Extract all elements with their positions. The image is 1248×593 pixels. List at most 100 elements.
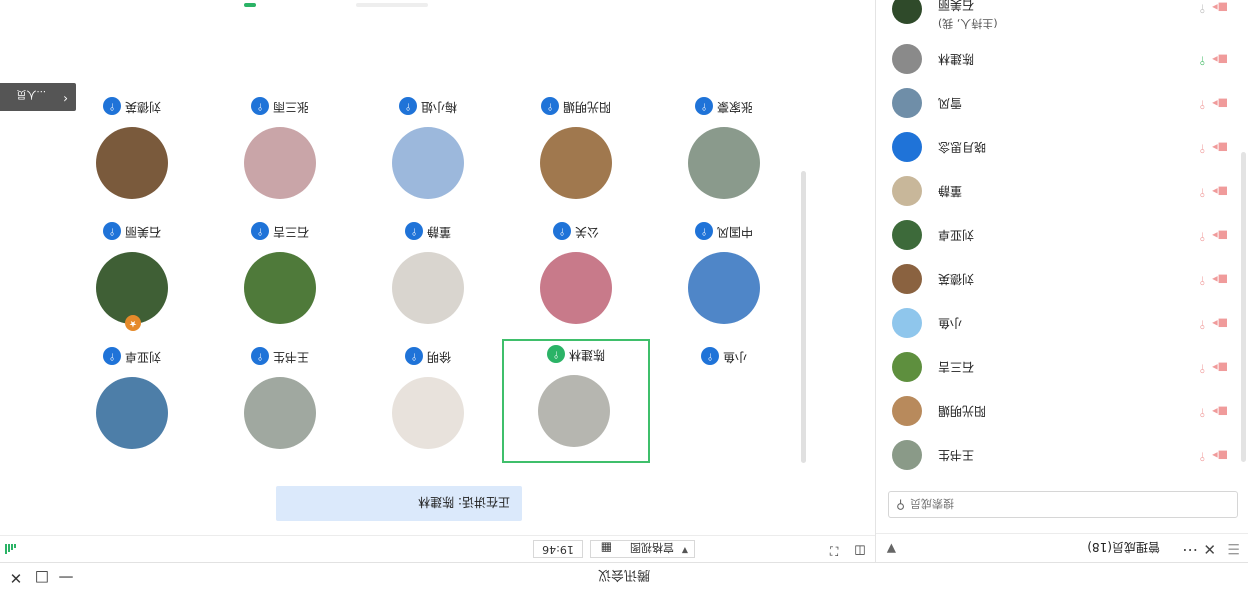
tile-name: 张三雨 [273, 100, 310, 114]
participant-row[interactable]: 石三吉 ■▸ ⫯ [876, 346, 1248, 390]
camera-off-icon[interactable]: ■▸ [1212, 273, 1228, 286]
panel-scrollbar[interactable] [1241, 152, 1246, 462]
close-icon[interactable]: ✕ [6, 568, 26, 588]
mic-icon: ⫯ [399, 97, 417, 116]
mic-icon: ⫯ [103, 97, 121, 116]
video-tile[interactable]: 王书生 ⫯ [206, 339, 354, 463]
avatar [892, 176, 922, 206]
camera-off-icon[interactable]: ■▸ [1212, 229, 1228, 242]
more-icon[interactable]: ⋯ [1181, 541, 1198, 560]
tile-label: 陈建林 ⫯ [504, 345, 648, 365]
camera-off-icon[interactable]: ■▸ [1212, 53, 1228, 66]
tile-label: 刘德英 ⫯ [58, 97, 206, 117]
participant-name: 刘德英 [938, 272, 975, 286]
title-bar: 腾讯会议 — □ ✕ [0, 562, 1248, 593]
mic-icon[interactable]: ⫯ [1200, 1, 1205, 16]
video-tile[interactable]: 刘德英 ⫯ [58, 89, 206, 213]
sidebar-toggle-icon[interactable]: ◫ [851, 540, 869, 558]
avatar [96, 377, 168, 449]
avatar [892, 0, 922, 24]
panel-close-icon[interactable]: ✕ [1203, 540, 1216, 558]
tile-label: 公关 ⫯ [502, 222, 650, 242]
video-tile[interactable]: 张三雨 ⫯ [206, 89, 354, 213]
participant-row[interactable]: 王书生 ■▸ ⫯ [876, 434, 1248, 478]
video-tile[interactable]: 陈建林 ⫯ [502, 339, 650, 463]
panel-header: ☰ ✕ ⋯ 管理成员(18) ▼ [876, 533, 1248, 562]
camera-off-icon[interactable]: ■▸ [1212, 449, 1228, 462]
mic-muted-icon[interactable]: ⫯ [1200, 141, 1205, 156]
participant-row[interactable]: 小鱼 ■▸ ⫯ [876, 302, 1248, 346]
participant-name: 董静 [938, 184, 963, 198]
camera-off-icon[interactable]: ■▸ [1212, 141, 1228, 154]
participant-name: 石美丽 [938, 0, 975, 12]
speaking-indicator: 正在讲话: 陈建林 [276, 486, 522, 521]
camera-off-icon[interactable]: ■▸ [1212, 185, 1228, 198]
mic-icon: ⫯ [251, 347, 269, 366]
video-tile[interactable]: 石三吉 ⫯ [206, 214, 354, 338]
collapse-member-button[interactable]: ‹ ...人员 [0, 83, 76, 111]
participant-row[interactable]: 雪风 ■▸ ⫯ [876, 82, 1248, 126]
camera-off-icon[interactable]: ■▸ [1212, 405, 1228, 418]
tile-name: 阳光明媚 [563, 100, 612, 114]
camera-off-icon[interactable]: ■▸ [1212, 1, 1228, 14]
mic-muted-icon[interactable]: ⫯ [1200, 273, 1205, 288]
participant-row[interactable]: 陈建林 ■▸ ⫯ [876, 38, 1248, 82]
fullscreen-icon[interactable]: ⛶ [825, 540, 843, 558]
participant-row[interactable]: 刘德英 ■▸ ⫯ [876, 258, 1248, 302]
video-tile[interactable]: 董静 ⫯ [354, 214, 502, 338]
camera-off-icon[interactable]: ■▸ [1212, 317, 1228, 330]
member-search-input[interactable] [908, 494, 1217, 514]
participant-list: 王书生 ■▸ ⫯ 阳光明媚 ■▸ ⫯ 石三吉 ■▸ ⫯ 小鱼 ■▸ ⫯ 刘德英 ■▸ ⫯ 刘亚卓 ■▸ ⫯ 董静 ■▸… [876, 0, 1248, 478]
mic-icon[interactable]: ⫯ [1200, 53, 1205, 68]
mic-muted-icon[interactable]: ⫯ [1200, 229, 1205, 244]
video-tile[interactable]: 阳光明媚 ⫯ [502, 89, 650, 213]
mic-muted-icon[interactable]: ⫯ [1200, 185, 1205, 200]
mic-muted-icon[interactable]: ⫯ [1200, 449, 1205, 464]
video-tile[interactable]: 徐明 ⫯ [354, 339, 502, 463]
tile-name: 刘德英 [125, 100, 162, 114]
video-tile[interactable]: 小鱼 ⫯ [650, 339, 798, 463]
layout-switch-button[interactable]: ▦ 宫格视图 ▼ [590, 540, 695, 558]
tile-name: 刘亚卓 [125, 350, 162, 364]
search-icon: ⚲ [896, 498, 905, 512]
chevron-down-icon: ▼ [681, 546, 688, 555]
participant-row[interactable]: 阳光明媚 ■▸ ⫯ [876, 390, 1248, 434]
tile-name: 小鱼 [723, 350, 748, 364]
video-tile[interactable]: 梅小姐 ⫯ [354, 89, 502, 213]
mic-icon: ⫯ [251, 97, 269, 116]
mic-icon: ⫯ [405, 222, 423, 241]
mic-muted-icon[interactable]: ⫯ [1200, 405, 1205, 420]
mic-muted-icon[interactable]: ⫯ [1200, 97, 1205, 112]
tile-name: 徐明 [427, 350, 452, 364]
participant-row[interactable]: (主持人, 我) 石美丽 ■▸ ⫯ [876, 0, 1248, 38]
avatar [540, 127, 612, 199]
avatar [540, 252, 612, 324]
video-tile[interactable]: 中国风 ⫯ [650, 214, 798, 338]
camera-off-icon[interactable]: ■▸ [1212, 361, 1228, 374]
hamburger-icon[interactable]: ☰ [1227, 540, 1240, 556]
video-tile[interactable]: 公关 ⫯ [502, 214, 650, 338]
participant-row[interactable]: 晓月思念 ■▸ ⫯ [876, 126, 1248, 170]
maximize-icon[interactable]: □ [32, 568, 52, 588]
camera-off-icon[interactable]: ■▸ [1212, 97, 1228, 110]
speaking-text: 正在讲话: 陈建林 [418, 495, 510, 509]
video-tile[interactable]: ★ 石美丽 ⫯ [58, 214, 206, 338]
minimize-icon[interactable]: — [56, 568, 76, 588]
participant-name: 刘亚卓 [938, 228, 975, 242]
participant-row[interactable]: 董静 ■▸ ⫯ [876, 170, 1248, 214]
grid-scrollbar[interactable] [801, 171, 806, 463]
video-tile[interactable]: 张家豪 ⫯ [650, 89, 798, 213]
member-search[interactable]: ⚲ [888, 491, 1238, 518]
participant-row[interactable]: 刘亚卓 ■▸ ⫯ [876, 214, 1248, 258]
tile-label: 石美丽 ⫯ [58, 222, 206, 242]
video-grid: 刘亚卓⫯ 王书生⫯ 徐明⫯ 陈建林⫯ 小鱼⫯ ★ 石美丽⫯ 石三吉⫯ 董静⫯ 公关⫯ 中国风⫯ 刘德英… [58, 83, 858, 463]
mic-muted-icon[interactable]: ⫯ [1200, 361, 1205, 376]
mic-icon: ⫯ [251, 222, 269, 241]
mic-icon: ⫯ [701, 347, 719, 366]
mic-muted-icon[interactable]: ⫯ [1200, 317, 1205, 332]
avatar [892, 396, 922, 426]
tile-name: 张家豪 [717, 100, 754, 114]
video-tile[interactable]: 刘亚卓 ⫯ [58, 339, 206, 463]
layout-label: 宫格视图 [630, 541, 674, 554]
filter-icon[interactable]: ▼ [887, 542, 896, 556]
